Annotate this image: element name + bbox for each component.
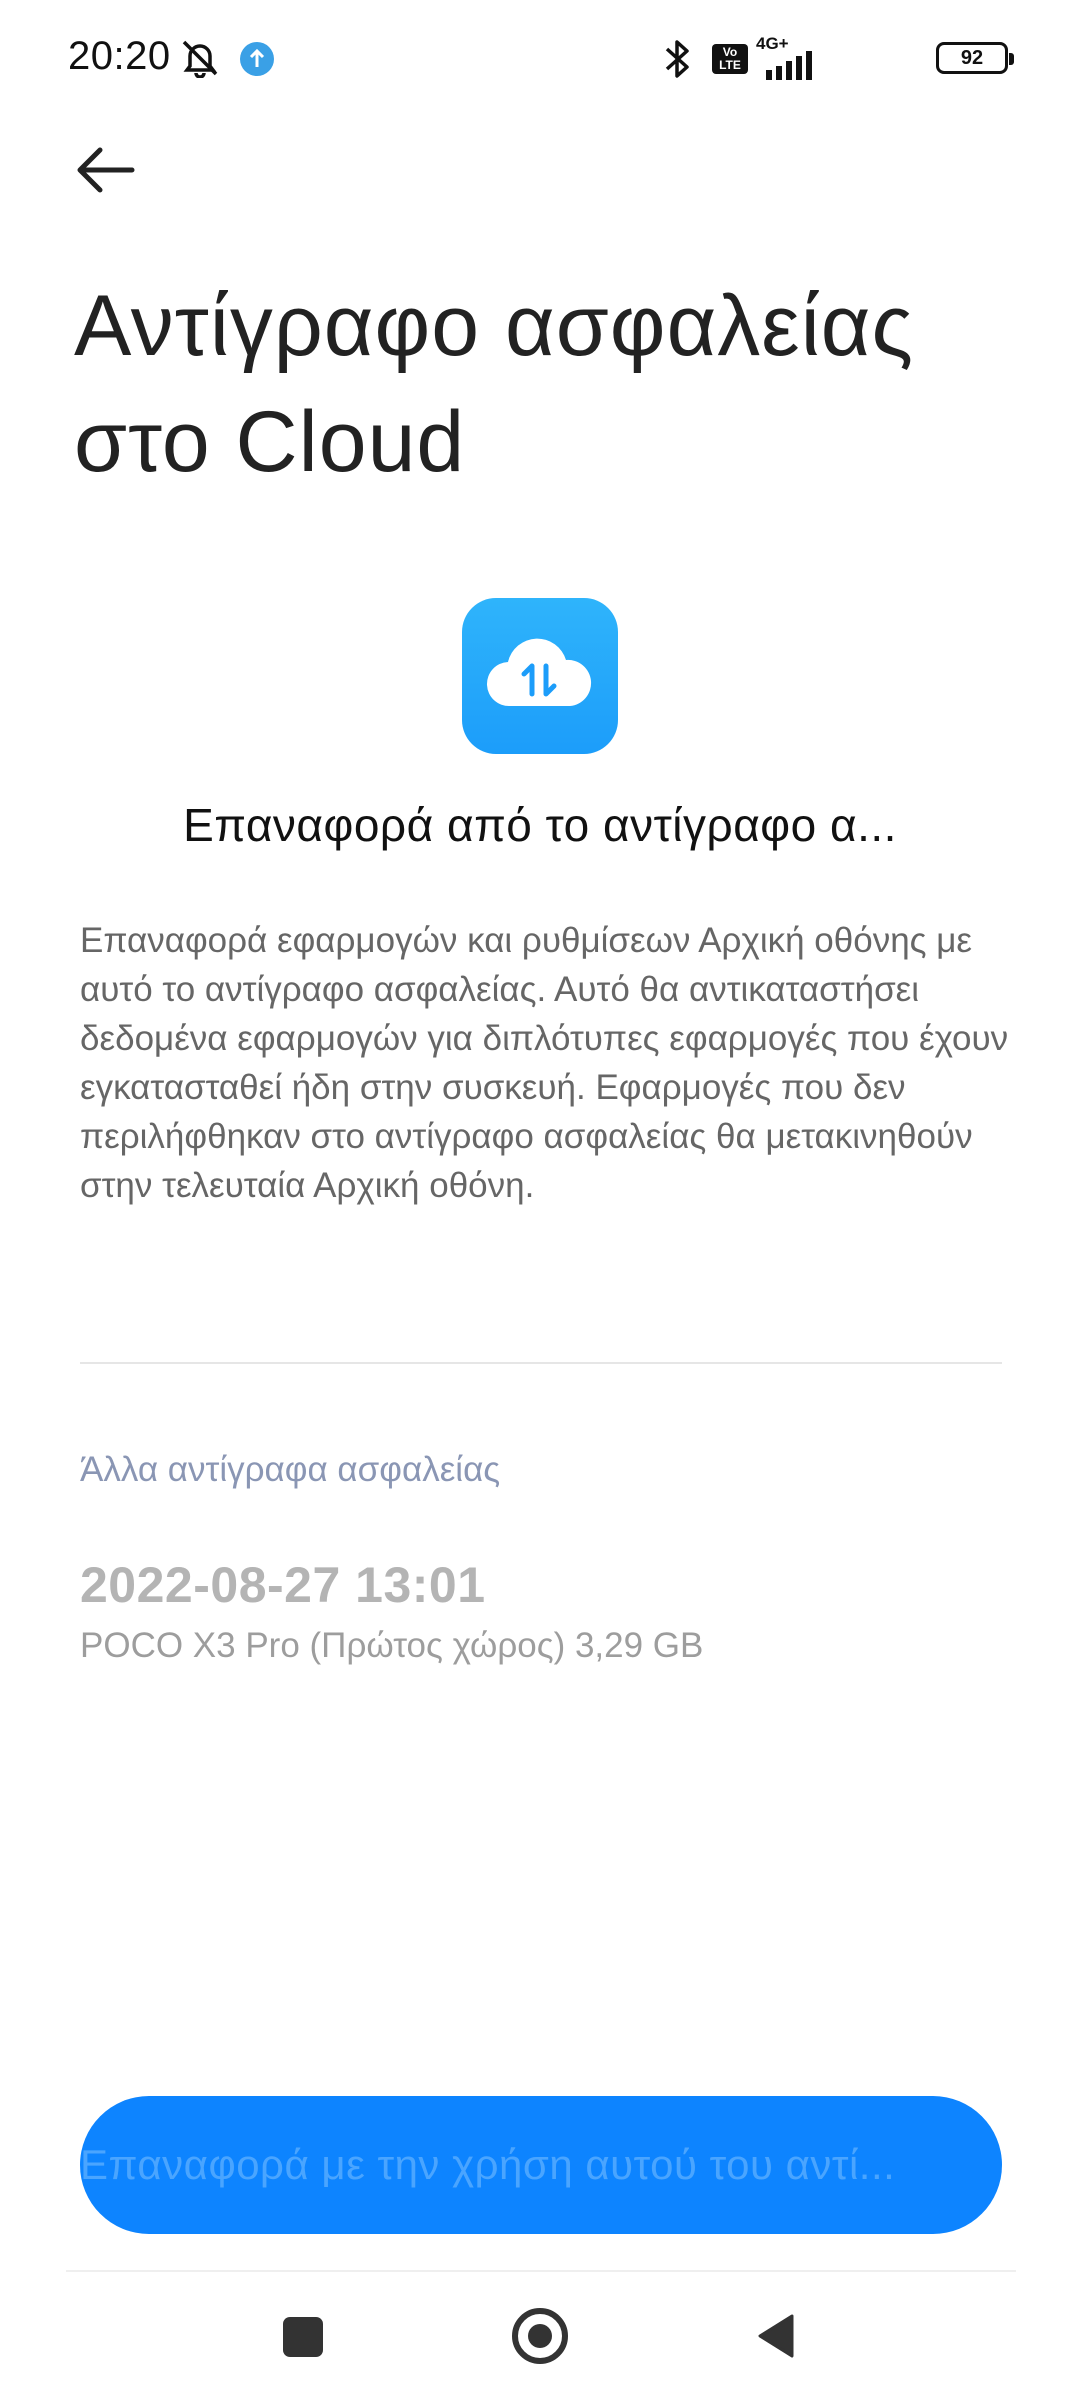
upload-notification-icon (240, 42, 274, 76)
battery-level: 92 (960, 47, 984, 69)
home-button[interactable] (512, 2308, 568, 2364)
backup-meta: POCO X3 Pro (Πρώτος χώρος) 3,29 GB (80, 1626, 704, 1665)
restore-heading: Επαναφορά από το αντίγραφο α... (183, 799, 897, 851)
triangle-left-icon (758, 2314, 794, 2358)
nav-divider (66, 2270, 1016, 2272)
status-time: 20:20 (68, 34, 171, 78)
backup-list-item[interactable]: 2022-08-27 13:01 POCO X3 Pro (Πρώτος χώρ… (80, 1556, 1000, 1666)
page-title: Αντίγραφο ασφαλείας στο Cloud (74, 278, 914, 490)
arrow-left-icon (77, 147, 135, 193)
restore-button[interactable]: Επαναφορά με την χρήση αυτού του αντί... (80, 2096, 1002, 2234)
back-button[interactable] (70, 140, 146, 200)
status-bar: 20:20 Vo LTE 4G+ 92 (0, 0, 1080, 118)
volte-icon: Vo LTE (712, 44, 748, 74)
signal-icon (764, 50, 824, 87)
cloud-sync-icon (462, 598, 618, 754)
battery-icon: 92 (936, 42, 1014, 74)
bluetooth-icon (660, 38, 694, 85)
bell-muted-icon (178, 38, 222, 83)
backup-date: 2022-08-27 13:01 (80, 1557, 486, 1613)
divider (80, 1362, 1002, 1364)
status-right-group: Vo LTE 4G+ 92 (665, 34, 1014, 87)
other-backups-label: Άλλα αντίγραφα ασφαλείας (80, 1450, 501, 1489)
nav-back-button[interactable] (756, 2312, 796, 2365)
restore-button-label: Επαναφορά με την χρήση αυτού του αντί... (80, 2141, 896, 2188)
recents-button[interactable] (283, 2317, 323, 2357)
restore-description: Επαναφορά εφαρμογών και ρυθμίσεων Αρχική… (80, 921, 1009, 1205)
